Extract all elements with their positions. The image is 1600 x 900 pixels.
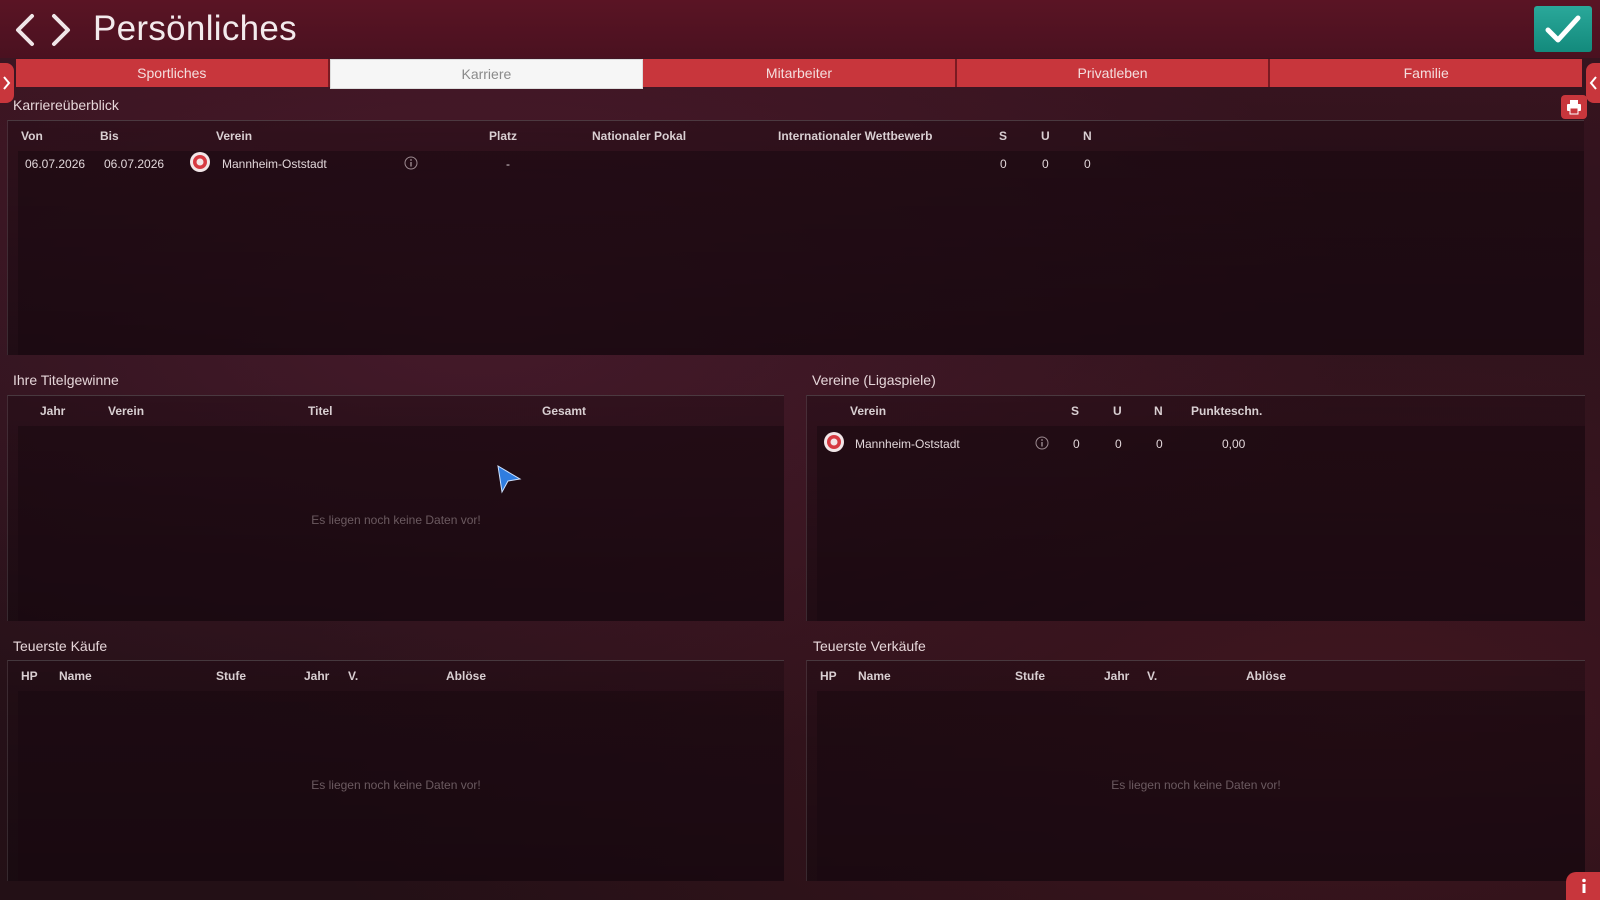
- col-verein[interactable]: Verein: [108, 404, 144, 418]
- print-button[interactable]: [1561, 95, 1587, 119]
- col-jahr[interactable]: Jahr: [1104, 669, 1129, 683]
- chevron-right-icon: [52, 14, 70, 46]
- col-n[interactable]: N: [1083, 129, 1092, 143]
- col-abloese[interactable]: Ablöse: [1246, 669, 1286, 683]
- col-punkteschnitt[interactable]: Punkteschn.: [1191, 404, 1262, 418]
- col-name[interactable]: Name: [858, 669, 891, 683]
- col-u[interactable]: U: [1113, 404, 1122, 418]
- col-abloese[interactable]: Ablöse: [446, 669, 486, 683]
- col-u[interactable]: U: [1041, 129, 1050, 143]
- cell-platz: -: [506, 157, 510, 171]
- cell-s: 0: [1073, 437, 1080, 451]
- chevron-left-icon: [1589, 76, 1597, 90]
- cell-verein[interactable]: Mannheim-Oststadt: [222, 157, 327, 171]
- club-logo-icon: [190, 152, 210, 172]
- titles-table: Jahr Verein Titel Gesamt Es liegen noch …: [7, 395, 784, 621]
- print-icon: [1567, 100, 1581, 115]
- cell-von: 06.07.2026: [25, 157, 86, 171]
- col-von[interactable]: Von: [21, 129, 43, 143]
- cell-n: 0: [1084, 157, 1091, 171]
- tab-bar: Sportliches Karriere Mitarbeiter Privatl…: [16, 59, 1582, 89]
- purchases-section-title: Teuerste Käufe: [13, 638, 108, 654]
- clubs-section-title: Vereine (Ligaspiele): [812, 372, 936, 388]
- col-jahr[interactable]: Jahr: [40, 404, 65, 418]
- career-section-title: Karriereüberblick: [13, 97, 119, 113]
- col-verein[interactable]: Verein: [216, 129, 252, 143]
- empty-message: Es liegen noch keine Daten vor!: [1111, 778, 1281, 792]
- col-gesamt[interactable]: Gesamt: [542, 404, 586, 418]
- cell-n: 0: [1156, 437, 1163, 451]
- help-button[interactable]: [1566, 872, 1600, 900]
- col-s[interactable]: S: [999, 129, 1007, 143]
- col-name[interactable]: Name: [59, 669, 92, 683]
- col-hp[interactable]: HP: [21, 669, 38, 683]
- col-v[interactable]: V.: [348, 669, 358, 683]
- info-icon[interactable]: [1035, 436, 1049, 450]
- cell-bis: 06.07.2026: [104, 157, 165, 171]
- checkmark-icon: [1545, 15, 1581, 43]
- col-v[interactable]: V.: [1147, 669, 1157, 683]
- empty-message: Es liegen noch keine Daten vor!: [311, 778, 481, 792]
- cell-u: 0: [1042, 157, 1049, 171]
- career-table: Von Bis Verein Platz Nationaler Pokal In…: [7, 120, 1584, 355]
- titles-section-title: Ihre Titelgewinne: [13, 372, 119, 388]
- col-jahr[interactable]: Jahr: [304, 669, 329, 683]
- chevron-right-icon: [3, 76, 11, 90]
- info-icon[interactable]: [404, 156, 418, 170]
- col-titel[interactable]: Titel: [308, 404, 332, 418]
- cell-verein[interactable]: Mannheim-Oststadt: [855, 437, 960, 451]
- side-prev-button[interactable]: [0, 63, 14, 103]
- col-platz[interactable]: Platz: [489, 129, 517, 143]
- forward-button[interactable]: [46, 12, 76, 48]
- tab-sportliches[interactable]: Sportliches: [16, 59, 330, 87]
- page-title: Persönliches: [93, 9, 297, 48]
- col-stufe[interactable]: Stufe: [1015, 669, 1045, 683]
- header-bar: Persönliches: [0, 0, 1600, 58]
- career-table-body: [18, 151, 1584, 355]
- back-button[interactable]: [10, 12, 40, 48]
- info-icon: [1582, 878, 1586, 893]
- cell-punkteschnitt: 0,00: [1222, 437, 1246, 451]
- col-bis[interactable]: Bis: [100, 129, 119, 143]
- col-verein[interactable]: Verein: [850, 404, 886, 418]
- col-n[interactable]: N: [1154, 404, 1163, 418]
- empty-message: Es liegen noch keine Daten vor!: [311, 513, 481, 527]
- chevron-left-icon: [16, 14, 34, 46]
- col-s[interactable]: S: [1071, 404, 1079, 418]
- confirm-button[interactable]: [1534, 6, 1592, 52]
- col-nationaler-pokal[interactable]: Nationaler Pokal: [592, 129, 686, 143]
- tab-familie[interactable]: Familie: [1270, 59, 1582, 87]
- club-logo-icon: [824, 432, 844, 452]
- cell-u: 0: [1115, 437, 1122, 451]
- col-stufe[interactable]: Stufe: [216, 669, 246, 683]
- tab-privatleben[interactable]: Privatleben: [956, 59, 1271, 87]
- sales-table: HP Name Stufe Jahr V. Ablöse Es liegen n…: [806, 660, 1585, 881]
- cell-s: 0: [1000, 157, 1007, 171]
- col-hp[interactable]: HP: [820, 669, 837, 683]
- sales-section-title: Teuerste Verkäufe: [813, 638, 926, 654]
- tab-mitarbeiter[interactable]: Mitarbeiter: [643, 59, 957, 87]
- col-internationaler-wettbewerb[interactable]: Internationaler Wettbewerb: [778, 129, 932, 143]
- mouse-cursor-icon: [497, 465, 522, 494]
- clubs-table: Verein S U N Punkteschn. Mannheim-Oststa…: [806, 395, 1585, 621]
- tab-karriere[interactable]: Karriere: [329, 59, 644, 89]
- side-next-button[interactable]: [1586, 63, 1600, 103]
- purchases-table: HP Name Stufe Jahr V. Ablöse Es liegen n…: [7, 660, 784, 881]
- clubs-table-body: [817, 426, 1585, 621]
